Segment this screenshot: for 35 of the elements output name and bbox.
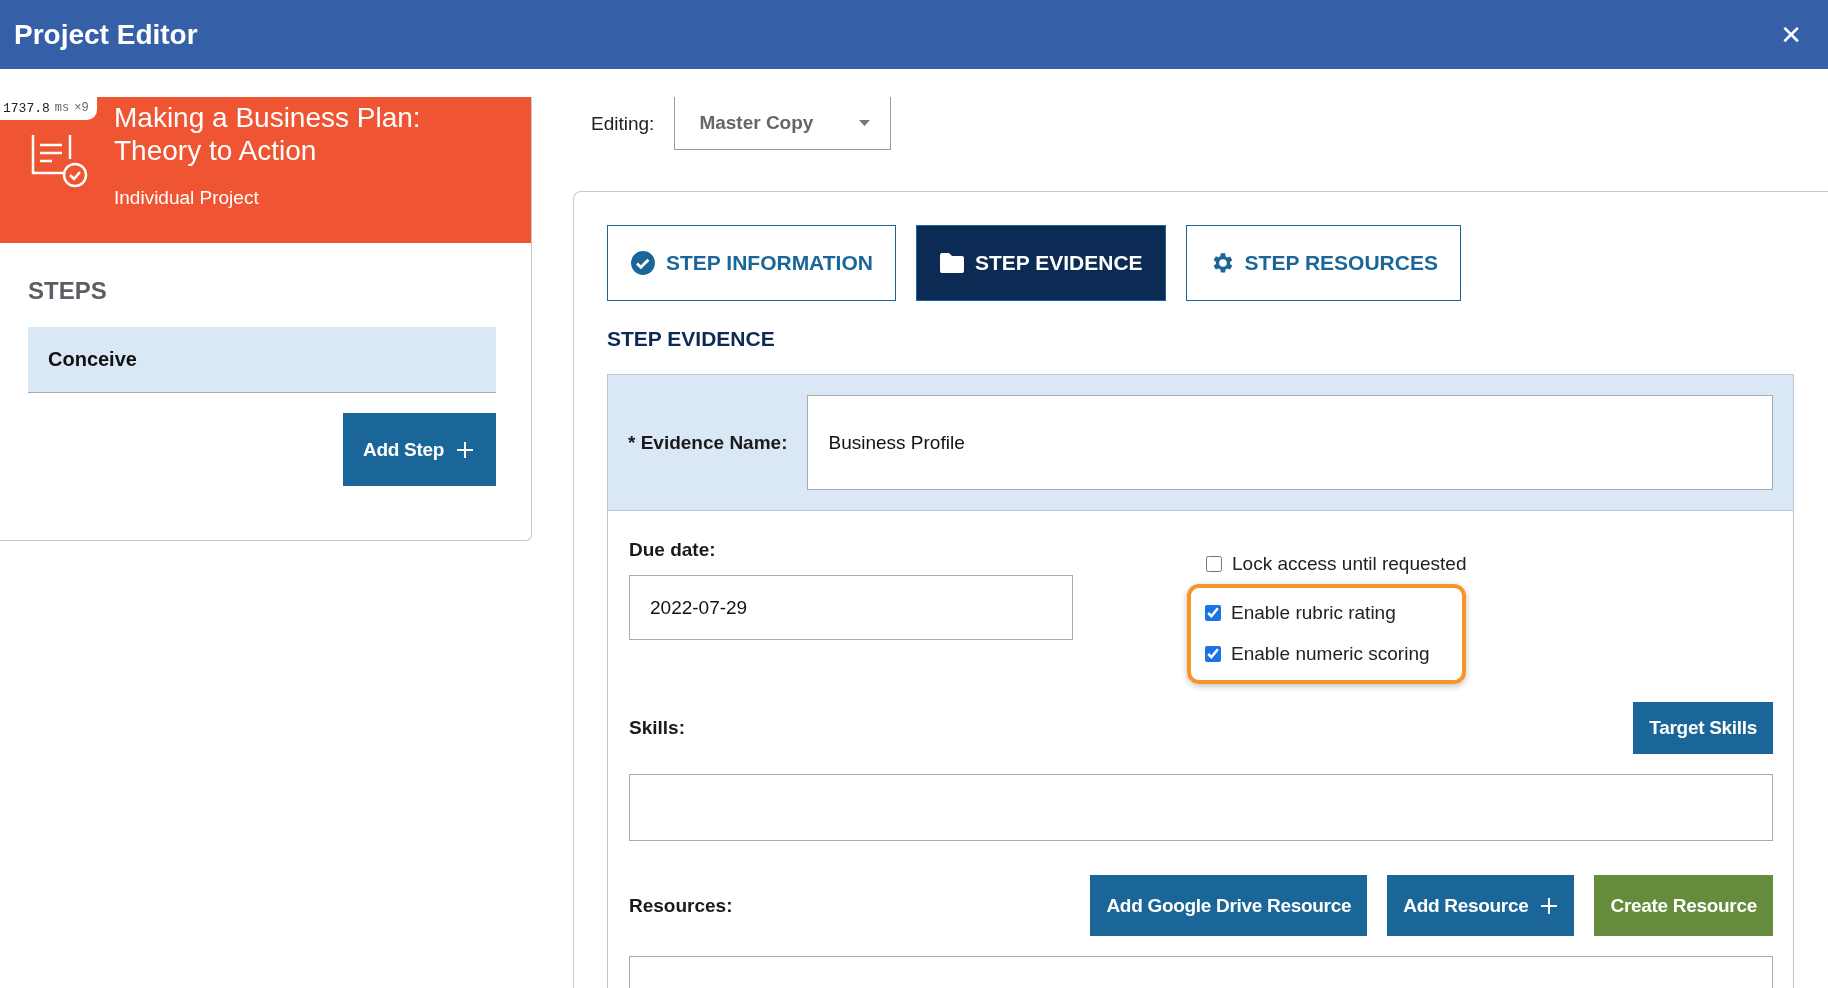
add-step-button[interactable]: Add Step: [343, 413, 496, 486]
project-type: Individual Project: [114, 187, 260, 209]
due-date-field[interactable]: 2022-07-29: [629, 575, 1073, 640]
checkbox-option[interactable]: Enable rubric rating: [1205, 592, 1445, 633]
field-label: Due date:: [629, 539, 717, 561]
tab[interactable]: STEP RESOURCES: [1185, 225, 1461, 301]
skills-field[interactable]: [629, 774, 1773, 841]
checkbox[interactable]: [1205, 604, 1221, 621]
target-skills-button[interactable]: Target Skills: [1633, 702, 1773, 754]
caret-icon: [859, 120, 871, 126]
tab[interactable]: STEP EVIDENCE: [915, 225, 1166, 301]
version-dropdown[interactable]: Master Copy: [674, 97, 892, 150]
field-label: Resources:: [629, 894, 733, 917]
checkbox[interactable]: [1205, 645, 1221, 662]
close-button[interactable]: ✕: [1776, 19, 1806, 50]
editing-label: Editing:: [591, 112, 655, 135]
plus-icon: [456, 440, 474, 459]
folder-icon: [938, 252, 965, 274]
project-title: Making a Business Plan: Theory to Action: [114, 101, 421, 167]
field-label: * Evidence Name:: [628, 431, 788, 454]
evidence-name-field[interactable]: Business Profile: [807, 395, 1773, 490]
checkbox[interactable]: [1206, 555, 1222, 572]
resource-button[interactable]: Create Resource: [1594, 875, 1773, 936]
resource-button[interactable]: Add Google Drive Resource: [1090, 875, 1368, 936]
window-title: Project Editor: [14, 18, 198, 51]
field-label: Skills:: [629, 717, 685, 739]
check-circle-icon: [630, 250, 656, 276]
steps-heading: STEPS: [28, 277, 108, 305]
resource-button[interactable]: Add Resource: [1387, 875, 1575, 936]
checkbox-option[interactable]: Lock access until requested: [1206, 543, 1467, 584]
step-item[interactable]: Conceive: [28, 327, 496, 393]
section-title: STEP EVIDENCE: [607, 327, 776, 351]
timing-badge: 1737.8 ms ×9: [0, 97, 97, 120]
tab[interactable]: STEP INFORMATION: [607, 225, 896, 301]
checkbox-option[interactable]: Enable numeric scoring: [1205, 633, 1445, 674]
